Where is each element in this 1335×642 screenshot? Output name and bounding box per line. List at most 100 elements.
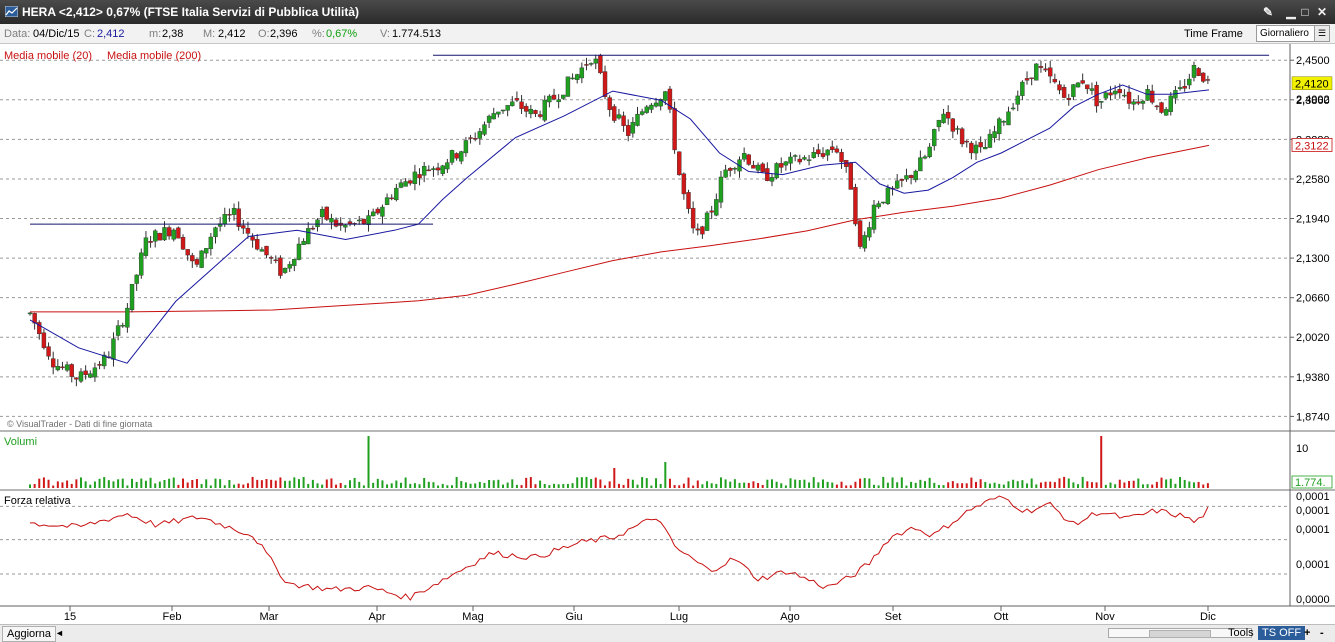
- volume-bar: [149, 477, 152, 488]
- candle-body: [672, 108, 677, 151]
- refresh-button[interactable]: Aggiorna: [2, 626, 57, 642]
- candle-body: [50, 358, 56, 368]
- price-chart[interactable]: 2,45002,38602,32202,25802,19402,13002,06…: [0, 44, 1335, 624]
- candle-body: [445, 162, 450, 170]
- candle-body: [282, 267, 288, 273]
- volume-bar: [395, 480, 398, 488]
- volume-bar: [418, 484, 421, 488]
- ts-toggle-button[interactable]: TS OFF: [1258, 626, 1306, 640]
- volume-bar: [362, 485, 365, 488]
- close-icon[interactable]: ✕: [1314, 4, 1330, 20]
- volume-bar: [1072, 482, 1075, 488]
- tools-button[interactable]: Tools: [1224, 626, 1258, 640]
- rs-tick-label: 0,0001: [1296, 524, 1330, 536]
- zoom-out-button[interactable]: -: [1316, 626, 1328, 640]
- volume-bar: [1183, 479, 1186, 488]
- candle-body: [848, 162, 854, 190]
- candle-body: [950, 118, 956, 132]
- volume-bar: [965, 483, 968, 488]
- candle-body: [547, 95, 552, 103]
- close-value: 2,412: [97, 28, 125, 40]
- volume-bar: [61, 482, 64, 488]
- candle-body: [621, 115, 626, 126]
- candle-body: [185, 249, 190, 256]
- volume-bar: [613, 468, 616, 488]
- volume-bar: [821, 479, 824, 488]
- volume-bar: [381, 480, 384, 488]
- candle-body: [1089, 88, 1095, 91]
- candle-body: [227, 214, 232, 216]
- candle-body: [978, 142, 983, 148]
- volume-bar: [975, 481, 978, 488]
- volume-bar: [460, 481, 463, 488]
- volume-bar: [826, 481, 829, 488]
- volume-bar: [1086, 481, 1089, 488]
- candle-body: [945, 112, 951, 119]
- volume-bar: [344, 485, 347, 488]
- volume-bar: [339, 482, 342, 488]
- volume-bar: [506, 482, 509, 488]
- volume-bar: [103, 477, 106, 488]
- volume-bar: [284, 480, 287, 488]
- candle-body: [816, 149, 821, 155]
- volume-last-label: 1.774.: [1295, 477, 1326, 489]
- candle-body: [677, 151, 682, 176]
- pin-icon[interactable]: ✎: [1260, 4, 1276, 20]
- volume-bar: [1077, 484, 1080, 488]
- candle-body: [806, 159, 812, 161]
- candle-body: [649, 104, 654, 110]
- volume-bar: [386, 484, 389, 488]
- candle-body: [839, 152, 844, 163]
- zoom-in-button[interactable]: +: [1300, 626, 1314, 640]
- volume-bar: [896, 482, 899, 488]
- candle-body: [792, 155, 798, 157]
- rs-tick-label: 0,0001: [1296, 559, 1330, 571]
- candle-body: [862, 235, 867, 249]
- timeframe-select[interactable]: Giornaliero ☰: [1256, 25, 1330, 42]
- date-value: 04/Dic/15: [33, 28, 80, 40]
- scroll-thumb[interactable]: [1149, 630, 1211, 638]
- candle-body: [440, 165, 445, 174]
- volume-bar: [409, 483, 412, 488]
- volume-bar: [135, 481, 138, 488]
- candle-body: [969, 142, 974, 154]
- volume-bar: [622, 484, 625, 488]
- volume-bar: [650, 485, 653, 488]
- candle-body: [245, 228, 251, 234]
- volume-bar: [205, 479, 208, 488]
- candle-body: [533, 110, 538, 114]
- rs-tick-label: 0,0001: [1296, 505, 1330, 517]
- volume-bar: [529, 477, 532, 488]
- scroll-left-icon[interactable]: ◄: [51, 626, 68, 640]
- pct-label: %:: [312, 28, 325, 40]
- candle-body: [885, 187, 891, 204]
- candle-body: [157, 233, 163, 241]
- candle-body: [853, 187, 858, 225]
- candle-body: [802, 157, 807, 160]
- volume-bar: [678, 485, 681, 488]
- candle-body: [1131, 101, 1136, 105]
- maximize-icon[interactable]: □: [1297, 4, 1313, 20]
- volume-bar: [988, 483, 991, 488]
- candle-body: [588, 63, 594, 65]
- candle-body: [78, 371, 84, 382]
- candle-body: [602, 71, 608, 97]
- candle-body: [431, 168, 436, 171]
- volume-bar: [910, 481, 913, 488]
- candle-body: [92, 367, 98, 378]
- candle-body: [630, 121, 636, 134]
- min-value: 2,38: [162, 28, 184, 40]
- volume-bar: [900, 477, 903, 488]
- volume-bar: [1202, 484, 1205, 488]
- candle-body: [417, 174, 422, 179]
- bottom-toolbar: Aggiorna ◄ Tools TS OFF + -: [0, 624, 1335, 642]
- candle-body: [695, 228, 700, 231]
- candle-body: [1112, 90, 1118, 95]
- candle-body: [208, 236, 214, 249]
- volume-bar: [1053, 482, 1056, 488]
- candle-body: [213, 227, 218, 238]
- volume-bar: [307, 483, 310, 488]
- volume-bar: [1114, 484, 1117, 488]
- volume-bar: [872, 484, 875, 488]
- chevron-down-icon[interactable]: ☰: [1314, 26, 1329, 41]
